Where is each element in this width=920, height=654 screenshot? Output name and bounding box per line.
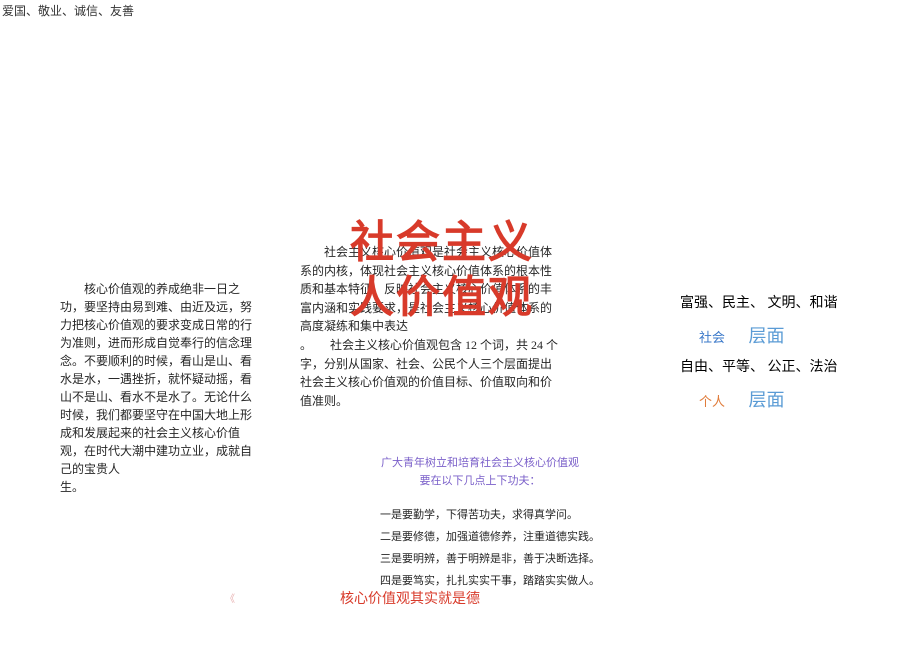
youth-item-2: 二是要修德，加强道德修养，注重道德实践。 (380, 526, 620, 548)
youth-section: 广大青年树立和培育社会主义核心价值观 要在以下几点上下功夫： 一是要勤学，下得苦… (340, 455, 620, 592)
right-tag-social: 社会 层面 (680, 318, 910, 354)
right-column: 富强、民主、 文明、和谐 社会 层面 自由、平等、 公正、法治 个人 层面 (680, 290, 910, 418)
tiny-mark: 《 (225, 590, 235, 605)
left-paragraph: 核心价值观的养成绝非一日之功，要坚持由易到难、由近及远，努力把核心价值观的要求变… (60, 280, 255, 496)
center-title-line2: 人价值观 (350, 270, 534, 325)
right-row-social: 自由、平等、 公正、法治 (680, 354, 910, 382)
right-row-national: 富强、民主、 文明、和谐 (680, 290, 910, 318)
youth-item-1: 一是要勤学，下得苦功夫，求得真学问。 (380, 504, 620, 526)
right-tag-personal: 个人 层面 (680, 382, 910, 418)
tag-social-big: 层面 (749, 326, 785, 346)
top-values-line: 爱国、敬业、诚信、友善 (2, 2, 134, 19)
tag-personal-label: 个人 (680, 389, 725, 415)
youth-header-line2: 要在以下几点上下功夫： (340, 473, 620, 491)
youth-header: 广大青年树立和培育社会主义核心价值观 要在以下几点上下功夫： (340, 455, 620, 490)
youth-item-3: 三是要明辨，善于明辨是非，善于决断选择。 (380, 548, 620, 570)
center-title: 社会主义 人价值观 (350, 215, 534, 325)
tag-social-label: 社会 (680, 325, 725, 351)
center-title-line1: 社会主义 (350, 215, 534, 270)
youth-header-line1: 广大青年树立和培育社会主义核心价值观 (340, 455, 620, 473)
tag-personal-big: 层面 (749, 390, 785, 410)
bottom-red-text: 核心价值观其实就是德 (340, 588, 480, 608)
youth-list: 一是要勤学，下得苦功夫，求得真学问。 二是要修德，加强道德修养，注重道德实践。 … (340, 504, 620, 592)
